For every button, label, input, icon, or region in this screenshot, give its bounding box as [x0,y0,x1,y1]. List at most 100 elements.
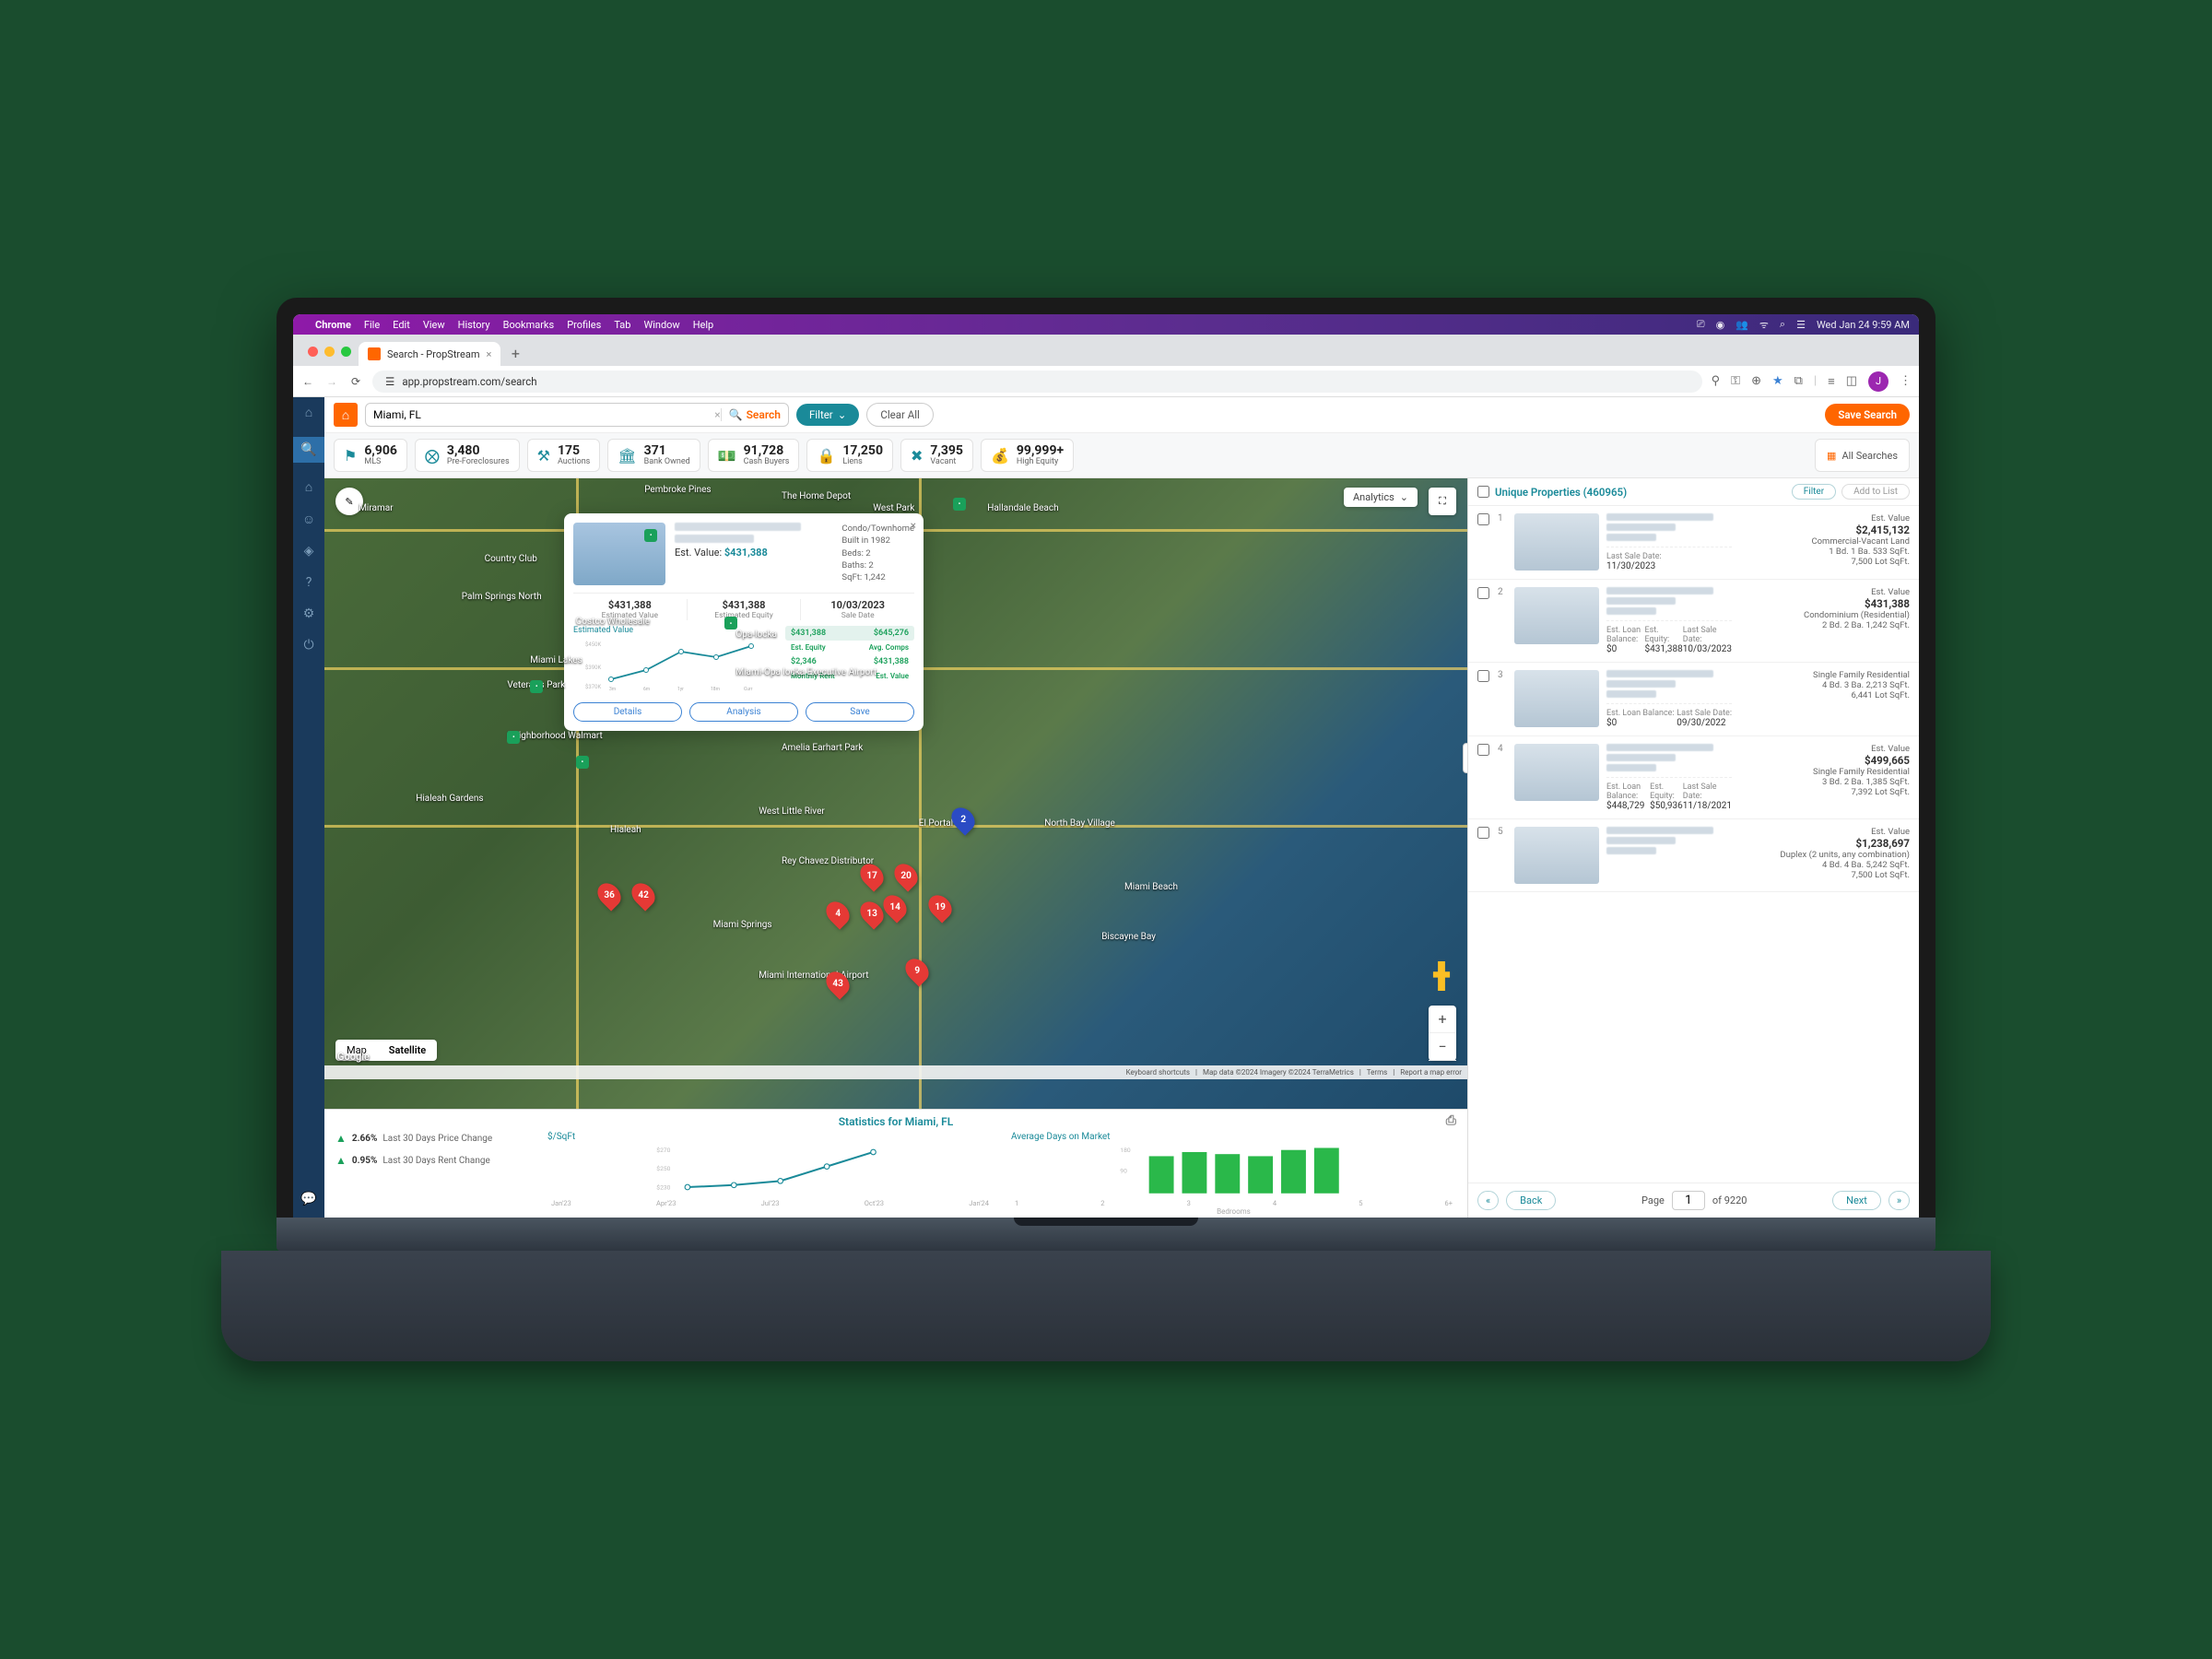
stat-card[interactable]: 🏛371Bank Owned [607,439,700,472]
clear-all-button[interactable]: Clear All [866,403,933,427]
property-checkbox[interactable] [1477,827,1489,839]
pager-next-button[interactable]: Next [1832,1191,1881,1210]
map-pin[interactable]: 42 [627,878,659,911]
map-poi-icon[interactable]: • [530,680,543,693]
save-search-button[interactable]: Save Search [1825,404,1910,426]
add-to-list-button[interactable]: Add to List [1841,484,1910,500]
map-canvas[interactable]: ✎ Analytics⌄ ⛶ Map Satellite + − ‹ Googl… [324,478,1467,1109]
stat-card[interactable]: 🔒17,250Liens [806,439,893,472]
browser-tab[interactable]: Search - PropStream × [359,342,500,366]
property-row[interactable]: 3 Est. Loan Balance:$0Last Sale Date:09/… [1468,663,1919,736]
zoom-in-button[interactable]: + [1429,1006,1456,1033]
map-poi-icon[interactable]: • [644,529,657,542]
map-type-satellite[interactable]: Satellite [378,1040,437,1061]
nav-search-icon[interactable]: 🔍 [293,437,324,463]
window-minimize-icon[interactable] [324,347,335,357]
fullscreen-button[interactable]: ⛶ [1429,488,1456,515]
pager-first-button[interactable]: « [1477,1191,1499,1210]
nav-reload-icon[interactable]: ⟳ [348,375,363,388]
map-pin[interactable]: 19 [924,891,957,924]
sidepanel-icon[interactable]: ◫ [1846,374,1857,388]
new-tab-button[interactable]: + [504,342,526,364]
nav-diamond-icon[interactable]: ◈ [304,544,314,559]
popup-close-icon[interactable]: × [911,519,916,532]
stat-card[interactable]: ⨂3,480Pre-Foreclosures [415,439,520,472]
stat-card[interactable]: 💰99,999+High Equity [981,439,1074,472]
reading-list-icon[interactable]: ≡ [1828,374,1835,389]
property-row[interactable]: 1 Last Sale Date:11/30/2023 Est. Value $… [1468,506,1919,580]
property-row[interactable]: 2 Est. Loan Balance:$0Est. Equity:$431,3… [1468,580,1919,663]
screen-mirror-icon[interactable]: ⎚ [1697,318,1705,331]
map-poi-icon[interactable]: • [953,498,966,511]
property-row[interactable]: 5 Est. Value $1,238,697 Duplex (2 units,… [1468,819,1919,892]
search-button[interactable]: 🔍Search [721,408,781,421]
search-icon[interactable]: ⌕ [1780,318,1785,331]
map-pin[interactable]: 9 [901,954,934,986]
control-center-icon[interactable]: ☰ [1796,319,1806,331]
nav-user-icon[interactable]: ☺ [302,512,315,527]
menubar-item[interactable]: Window [643,319,679,331]
menubar-item[interactable]: History [458,319,490,331]
menubar-item[interactable]: Bookmarks [503,319,555,331]
popup-details-button[interactable]: Details [573,702,682,722]
map-pin[interactable]: 20 [889,860,922,892]
map-poi-icon[interactable]: • [507,731,520,744]
pager-back-button[interactable]: Back [1506,1191,1556,1210]
stat-card[interactable]: 💵91,728Cash Buyers [708,439,800,472]
map-pin[interactable]: 36 [593,878,625,911]
pager-last-button[interactable]: » [1888,1191,1910,1210]
print-icon[interactable]: ⎙ [1446,1113,1456,1128]
analytics-dropdown[interactable]: Analytics⌄ [1344,488,1418,507]
extensions-icon[interactable]: ⧉ [1794,374,1803,388]
window-close-icon[interactable] [308,347,318,357]
pager-page-input[interactable] [1672,1191,1705,1210]
key-icon[interactable]: ⚿ [1731,374,1740,388]
record-icon[interactable]: ◉ [1716,319,1725,331]
location-icon[interactable]: ⚲ [1712,374,1721,388]
panel-collapse-handle[interactable]: ‹ [1463,743,1467,773]
nav-forward-icon[interactable]: → [324,375,339,388]
stat-card[interactable]: ⚑6,906MLS [334,439,407,472]
menubar-item[interactable]: File [364,319,380,331]
select-all-checkbox[interactable] [1477,486,1489,498]
popup-analysis-button[interactable]: Analysis [689,702,798,722]
property-checkbox[interactable] [1477,587,1489,599]
search-field[interactable] [373,408,714,421]
streetview-pegman-icon[interactable] [1430,961,1453,991]
nav-gear-icon[interactable]: ⚙ [303,606,315,621]
map-poi-icon[interactable]: • [576,756,589,769]
nav-back-icon[interactable]: ← [300,375,315,388]
chrome-menu-icon[interactable]: ⋮ [1900,374,1912,388]
map-pin[interactable]: 2 [947,803,979,835]
nav-chat-icon[interactable]: 💬 [300,1192,316,1206]
list-filter-button[interactable]: Filter [1792,484,1836,500]
property-search-input[interactable]: × 🔍Search [365,403,789,427]
filter-button[interactable]: Filter⌄ [796,404,859,426]
menubar-item[interactable]: Profiles [567,319,601,331]
address-bar[interactable]: ☰ app.propstream.com/search [372,371,1702,393]
app-logo-icon[interactable]: ⌂ [334,403,358,427]
nav-home-icon[interactable]: ⌂ [305,405,312,420]
menubar-item[interactable]: Edit [393,319,410,331]
zoom-out-button[interactable]: − [1429,1033,1456,1061]
profile-avatar[interactable]: J [1868,371,1888,392]
menubar-item[interactable]: Help [693,319,714,331]
map-poi-icon[interactable]: • [724,617,737,629]
property-checkbox[interactable] [1477,513,1489,525]
window-maximize-icon[interactable] [341,347,351,357]
all-searches-button[interactable]: ▦All Searches [1815,439,1910,472]
popup-save-button[interactable]: Save [806,702,914,722]
stat-card[interactable]: ⚒175Auctions [527,439,601,472]
wifi-icon[interactable]: ᯤ [1759,318,1769,332]
tab-close-icon[interactable]: × [487,348,492,360]
property-checkbox[interactable] [1477,744,1489,756]
menubar-datetime[interactable]: Wed Jan 24 9:59 AM [1817,319,1910,331]
nav-power-icon[interactable]: ⏻ [303,638,313,653]
map-pin[interactable]: 4 [821,898,853,930]
menubar-item[interactable]: View [423,319,445,331]
people-icon[interactable]: 👥 [1735,319,1748,331]
stat-card[interactable]: ✖7,395Vacant [900,439,973,472]
zoom-icon[interactable]: ⊕ [1751,374,1761,388]
site-settings-icon[interactable]: ☰ [385,375,394,388]
nav-help-icon[interactable]: ? [306,575,312,590]
